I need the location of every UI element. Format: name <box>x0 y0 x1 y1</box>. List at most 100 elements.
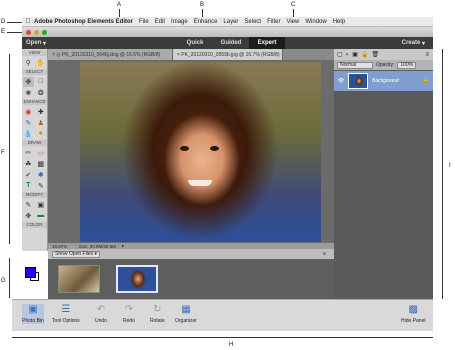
eye-icon[interactable]: 👁 <box>334 78 348 84</box>
photo-bin <box>48 259 334 299</box>
photo-eye-right <box>210 146 219 151</box>
callout-g-bracket <box>9 258 10 298</box>
red-eye-icon[interactable]: ◉ <box>23 107 34 117</box>
callout-a: A <box>117 2 122 8</box>
panel-menu-icon[interactable]: ≡ <box>425 52 429 58</box>
layer-row-background[interactable]: 👁 Background 🔒 <box>334 71 433 91</box>
zoom-level[interactable]: 16.67% <box>52 244 67 249</box>
sponge-tool-icon[interactable]: ● <box>35 129 46 139</box>
crop-tool-icon[interactable]: ✎ <box>23 200 34 210</box>
section-select: SELECT <box>22 69 47 75</box>
menu-image[interactable]: Image <box>171 19 188 25</box>
lasso-tool-icon[interactable]: ❀ <box>23 88 34 98</box>
callout-d-line <box>7 22 22 23</box>
foreground-color-swatch[interactable] <box>25 267 36 278</box>
tab-guided[interactable]: Guided <box>213 37 249 49</box>
marquee-tool-icon[interactable]: □ <box>35 77 46 87</box>
bin-thumbnail-1[interactable] <box>58 265 100 293</box>
color-picker-icon[interactable]: ✔ <box>23 170 34 180</box>
hand-tool-icon[interactable]: ✋ <box>35 58 46 68</box>
organizer-icon: ▦ <box>181 304 191 315</box>
paint-bucket-icon[interactable]: ☘ <box>23 159 34 169</box>
section-view: VIEW <box>22 50 47 56</box>
menu-window[interactable]: Window <box>305 19 326 25</box>
app-name[interactable]: Adobe Photoshop Elements Editor <box>34 19 133 25</box>
menu-enhance[interactable]: Enhance <box>194 19 218 25</box>
organizer-label: Organizer <box>175 318 197 324</box>
recompose-tool-icon[interactable]: ▣ <box>35 200 46 210</box>
tab-doc-2[interactable]: × PK_20120310_0559b.jpg @ 16.7% (RGB/8) <box>173 49 283 60</box>
menu-layer[interactable]: Layer <box>223 19 238 25</box>
gradient-tool-icon[interactable]: ▩ <box>35 159 46 169</box>
apple-icon[interactable]:  <box>22 18 34 25</box>
menu-help[interactable]: Help <box>333 19 345 25</box>
straighten-tool-icon[interactable]: ▬ <box>35 211 46 221</box>
zoom-window-icon[interactable] <box>42 29 47 35</box>
layer-thumbnail <box>348 73 368 89</box>
tab-expert[interactable]: Expert <box>249 37 285 49</box>
new-layer-icon[interactable]: ▢ <box>337 51 343 58</box>
layers-toolbar: ▢ ◐ ▣ 🔒 🗑 ≡ <box>334 49 433 60</box>
blend-mode-label: Normal <box>340 62 357 68</box>
create-label: Create <box>401 40 421 46</box>
menu-select[interactable]: Select <box>244 19 261 25</box>
tab-quick[interactable]: Quick <box>177 37 213 49</box>
callout-d: D <box>1 19 6 25</box>
bin-thumbnail-2[interactable] <box>116 265 158 293</box>
minimize-window-icon[interactable] <box>34 29 39 35</box>
eraser-tool-icon[interactable]: ▭ <box>35 148 46 158</box>
tool-options-button[interactable]: ☰ Tool Options <box>52 304 80 324</box>
lock-icon[interactable]: 🔒 <box>361 51 368 58</box>
redo-label: Redo <box>123 318 135 324</box>
create-button[interactable]: Create ▾ <box>395 37 433 49</box>
doc-size: Doc: 30.9M/35.5M <box>79 243 117 249</box>
photo-bin-button[interactable]: ▣ Photo Bin <box>22 304 44 324</box>
section-modify: MODIFY <box>22 192 47 198</box>
menu-view[interactable]: View <box>286 19 299 25</box>
close-window-icon[interactable] <box>26 29 31 35</box>
clone-stamp-icon[interactable]: ♟ <box>35 118 46 128</box>
photo-girl[interactable] <box>80 62 321 242</box>
adjustment-layer-icon[interactable]: ◐ <box>346 52 350 58</box>
opacity-field[interactable]: 100% <box>397 61 417 69</box>
tool-options-label: Tool Options <box>52 318 80 324</box>
menu-file[interactable]: File <box>139 19 149 25</box>
show-open-files-dropdown[interactable]: Show Open Files ▾ <box>52 250 100 258</box>
callout-i: I <box>449 163 451 169</box>
custom-shape-icon[interactable]: ✱ <box>35 170 46 180</box>
blur-tool-icon[interactable]: 💧 <box>23 129 34 139</box>
menu-edit[interactable]: Edit <box>155 19 165 25</box>
layer-mask-icon[interactable]: ▣ <box>352 51 358 58</box>
type-tool-icon[interactable]: T <box>23 181 34 191</box>
blend-mode-dropdown[interactable]: Normal <box>337 61 373 69</box>
organizer-button[interactable]: ▦ Organizer <box>175 304 197 324</box>
tab-doc-1[interactable]: × ◎ PK_20120310_0646j.dng @ 16.5% (RGB/8… <box>48 49 173 60</box>
redo-button[interactable]: ↷ Redo <box>123 304 135 324</box>
hide-panel-button[interactable]: ▩ Hide Panel <box>401 304 425 324</box>
spot-healing-icon[interactable]: ✚ <box>35 107 46 117</box>
content-move-icon[interactable]: ✥ <box>23 211 34 221</box>
menu-filter[interactable]: Filter <box>267 19 280 25</box>
callout-h: H <box>229 342 234 348</box>
photo-bin-icon: ▣ <box>28 304 38 315</box>
bin-menu-icon[interactable]: ≡ <box>323 251 326 257</box>
section-draw: DRAW <box>22 140 47 146</box>
task-bar: ▣ Photo Bin ☰ Tool Options ↶ Undo ↷ Redo ↻ Ro… <box>12 299 433 331</box>
pencil-tool-icon[interactable]: ✎ <box>35 181 46 191</box>
callout-h-bracket <box>12 337 433 338</box>
layer-lock-icon: 🔒 <box>422 78 429 84</box>
smart-brush-icon[interactable]: ✎ <box>23 118 34 128</box>
brush-tool-icon[interactable]: ✏ <box>23 148 34 158</box>
zoom-tool-icon[interactable]: ⚲ <box>23 58 34 68</box>
move-tool-icon[interactable]: ✥ <box>22 76 34 87</box>
undo-button[interactable]: ↶ Undo <box>95 304 107 324</box>
hide-panel-icon: ▩ <box>408 304 418 315</box>
redo-icon: ↷ <box>124 304 134 315</box>
undo-icon: ↶ <box>96 304 106 315</box>
delete-layer-icon[interactable]: 🗑 <box>371 51 379 58</box>
opacity-value: 100% <box>400 62 414 68</box>
open-button[interactable]: Open ▾ <box>22 37 72 49</box>
rotate-label: Rotate <box>150 318 165 324</box>
quick-selection-icon[interactable]: ❂ <box>35 88 46 98</box>
rotate-button[interactable]: ↻ Rotate <box>150 304 165 324</box>
